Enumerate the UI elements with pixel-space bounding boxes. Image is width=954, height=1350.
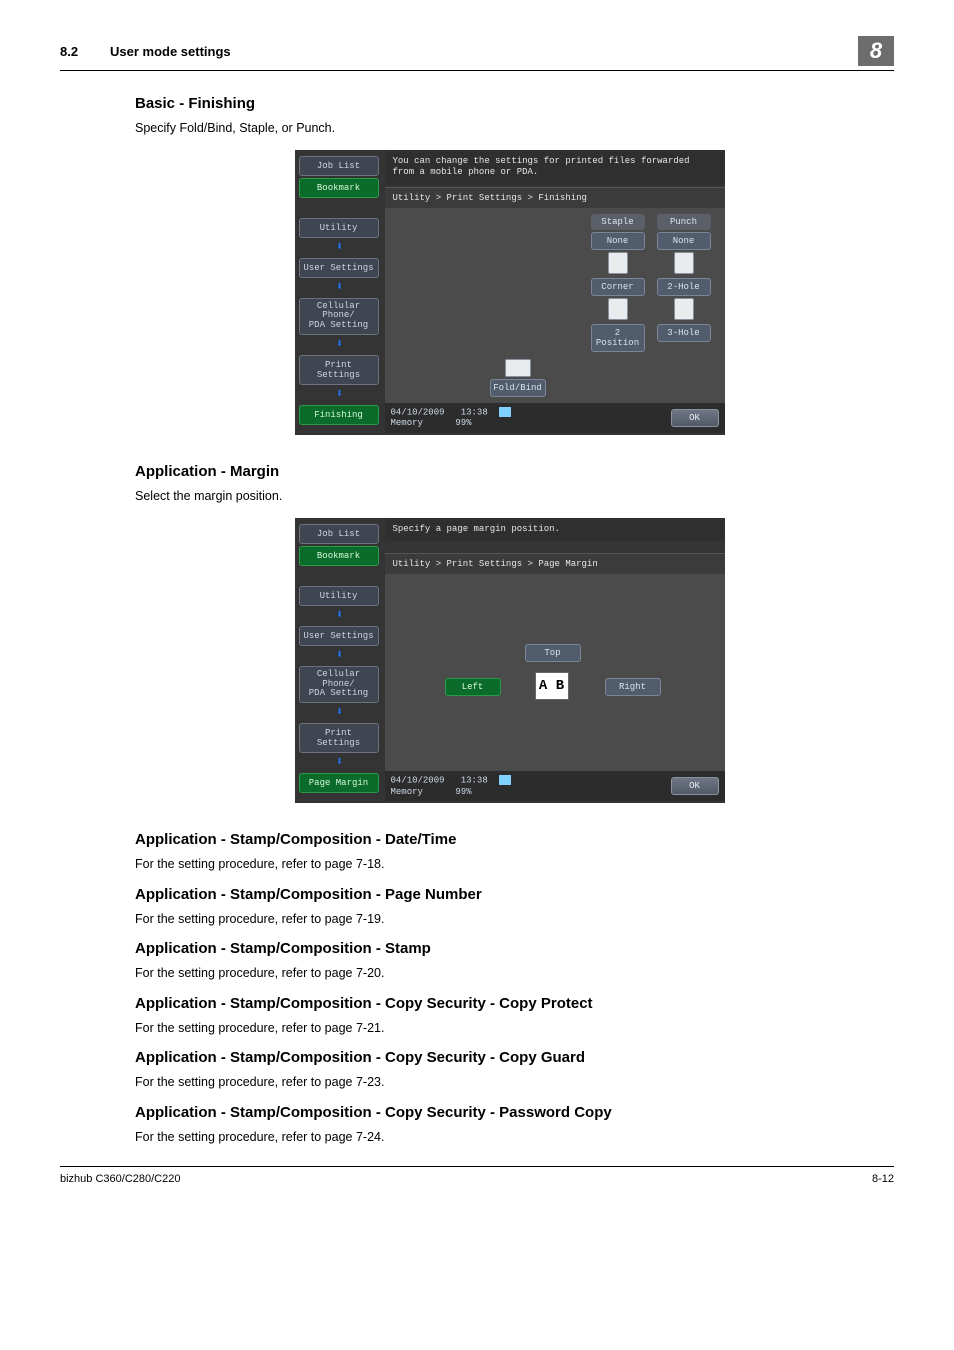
screenshot-finishing: Job List Bookmark Utility ⬇ User Setting… <box>295 150 725 436</box>
ok-button[interactable]: OK <box>671 409 719 427</box>
chapter-badge: 8 <box>858 36 894 66</box>
punch-2hole-button[interactable]: 2-Hole <box>657 278 711 296</box>
body-stamp: For the setting procedure, refer to page… <box>135 965 884 983</box>
status-date: 04/10/2009 <box>391 408 445 418</box>
staple-corner-button[interactable]: Corner <box>591 278 645 296</box>
margin-left-button[interactable]: Left <box>445 678 501 696</box>
page-header: 8.2 User mode settings 8 <box>60 36 894 71</box>
staple-none-button[interactable]: None <box>591 232 645 250</box>
user-settings-button[interactable]: User Settings <box>299 258 379 278</box>
heading-basic-finishing: Basic - Finishing <box>135 95 884 112</box>
utility-button[interactable]: Utility <box>299 586 379 606</box>
status-time: 13:38 <box>461 408 488 418</box>
section-title: User mode settings <box>110 44 858 59</box>
section-number: 8.2 <box>60 44 110 59</box>
status-date: 04/10/2009 <box>391 776 445 786</box>
arrow-down-icon: ⬇ <box>299 704 381 719</box>
utility-button[interactable]: Utility <box>299 218 379 238</box>
status-memory-value: 99% <box>455 418 471 428</box>
job-list-button[interactable]: Job List <box>299 156 379 176</box>
margin-top-button[interactable]: Top <box>525 644 581 662</box>
body-copyprotect: For the setting procedure, refer to page… <box>135 1020 884 1038</box>
heading-application-margin: Application - Margin <box>135 463 884 480</box>
margin-main-area: Top Left A B Right <box>385 574 725 771</box>
heading-pagenumber: Application - Stamp/Composition - Page N… <box>135 886 884 903</box>
status-bar: 04/10/2009 13:38 Memory 99% OK <box>385 771 725 801</box>
page-margin-button[interactable]: Page Margin <box>299 773 379 793</box>
status-memory-label: Memory <box>391 418 423 428</box>
heading-stamp: Application - Stamp/Composition - Stamp <box>135 940 884 957</box>
body-pagenumber: For the setting procedure, refer to page… <box>135 911 884 929</box>
body-application-margin: Select the margin position. <box>135 488 884 506</box>
arrow-down-icon: ⬇ <box>299 754 381 769</box>
arrow-down-icon: ⬇ <box>299 336 381 351</box>
punch-3hole-button[interactable]: 3-Hole <box>657 324 711 342</box>
punch-2hole-icon <box>674 252 694 274</box>
job-list-button[interactable]: Job List <box>299 524 379 544</box>
heading-copyprotect: Application - Stamp/Composition - Copy S… <box>135 995 884 1012</box>
fold-bind-button[interactable]: Fold/Bind <box>490 379 546 397</box>
left-nav: Job List Bookmark Utility ⬇ User Setting… <box>295 518 385 802</box>
body-passwordcopy: For the setting procedure, refer to page… <box>135 1129 884 1147</box>
breadcrumb: Utility > Print Settings > Page Margin <box>385 553 725 574</box>
body-basic-finishing: Specify Fold/Bind, Staple, or Punch. <box>135 120 884 138</box>
body-datetime: For the setting procedure, refer to page… <box>135 856 884 874</box>
left-nav: Job List Bookmark Utility ⬇ User Setting… <box>295 150 385 434</box>
staple-2position-button[interactable]: 2 Position <box>591 324 645 352</box>
status-icon <box>499 775 511 785</box>
bookmark-button[interactable]: Bookmark <box>299 178 379 198</box>
instruction-text: You can change the settings for printed … <box>385 150 725 185</box>
arrow-down-icon: ⬇ <box>299 279 381 294</box>
punch-3hole-icon <box>674 298 694 320</box>
print-settings-button[interactable]: Print Settings <box>299 723 379 753</box>
margin-right-button[interactable]: Right <box>605 678 661 696</box>
page-footer: bizhub C360/C280/C220 8-12 <box>60 1166 894 1185</box>
ok-button[interactable]: OK <box>671 777 719 795</box>
finishing-main-area: Staple Punch None None Corner 2-Hole 2 P… <box>385 208 725 403</box>
staple-2pos-icon <box>608 298 628 320</box>
heading-passwordcopy: Application - Stamp/Composition - Copy S… <box>135 1104 884 1121</box>
status-time: 13:38 <box>461 776 488 786</box>
heading-copyguard: Application - Stamp/Composition - Copy S… <box>135 1049 884 1066</box>
print-settings-button[interactable]: Print Settings <box>299 355 379 385</box>
footer-left: bizhub C360/C280/C220 <box>60 1173 180 1185</box>
punch-none-button[interactable]: None <box>657 232 711 250</box>
cellular-pda-button[interactable]: Cellular Phone/ PDA Setting <box>299 666 379 704</box>
breadcrumb: Utility > Print Settings > Finishing <box>385 187 725 208</box>
fold-bind-icon <box>505 359 531 377</box>
bookmark-button[interactable]: Bookmark <box>299 546 379 566</box>
heading-datetime: Application - Stamp/Composition - Date/T… <box>135 831 884 848</box>
status-memory-value: 99% <box>455 787 471 797</box>
user-settings-button[interactable]: User Settings <box>299 626 379 646</box>
finishing-button[interactable]: Finishing <box>299 405 379 425</box>
arrow-down-icon: ⬇ <box>299 647 381 662</box>
body-copyguard: For the setting procedure, refer to page… <box>135 1074 884 1092</box>
arrow-down-icon: ⬇ <box>299 607 381 622</box>
arrow-down-icon: ⬇ <box>299 239 381 254</box>
status-bar: 04/10/2009 13:38 Memory 99% OK <box>385 403 725 433</box>
margin-ab-icon: A B <box>535 672 569 700</box>
instruction-text: Specify a page margin position. <box>385 518 725 542</box>
arrow-down-icon: ⬇ <box>299 386 381 401</box>
status-icon <box>499 407 511 417</box>
staple-corner-icon <box>608 252 628 274</box>
punch-header: Punch <box>657 214 711 230</box>
screenshot-margin: Job List Bookmark Utility ⬇ User Setting… <box>295 518 725 804</box>
staple-header: Staple <box>591 214 645 230</box>
status-memory-label: Memory <box>391 787 423 797</box>
cellular-pda-button[interactable]: Cellular Phone/ PDA Setting <box>299 298 379 336</box>
footer-right: 8-12 <box>872 1173 894 1185</box>
